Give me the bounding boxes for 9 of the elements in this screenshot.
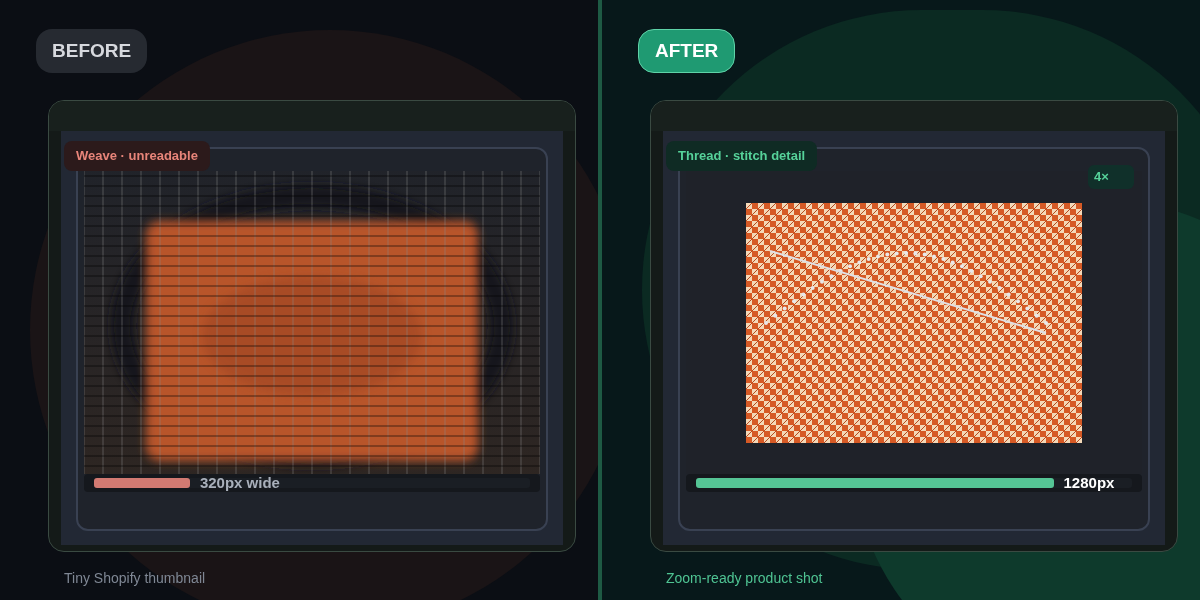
caption: Zoom-ready product shot — [666, 569, 824, 588]
badge: AFTER — [638, 29, 736, 73]
tag: Thread · stitch detail — [666, 141, 818, 171]
resolution-label: 320px wide — [199, 474, 280, 492]
zoom-badge: 4× — [1088, 165, 1134, 189]
badge: BEFORE — [36, 29, 148, 73]
tag: Weave · unreadable — [64, 141, 210, 171]
resolution-label: 1280px — [1063, 474, 1115, 492]
caption: Tiny Shopify thumbnail — [64, 569, 207, 588]
